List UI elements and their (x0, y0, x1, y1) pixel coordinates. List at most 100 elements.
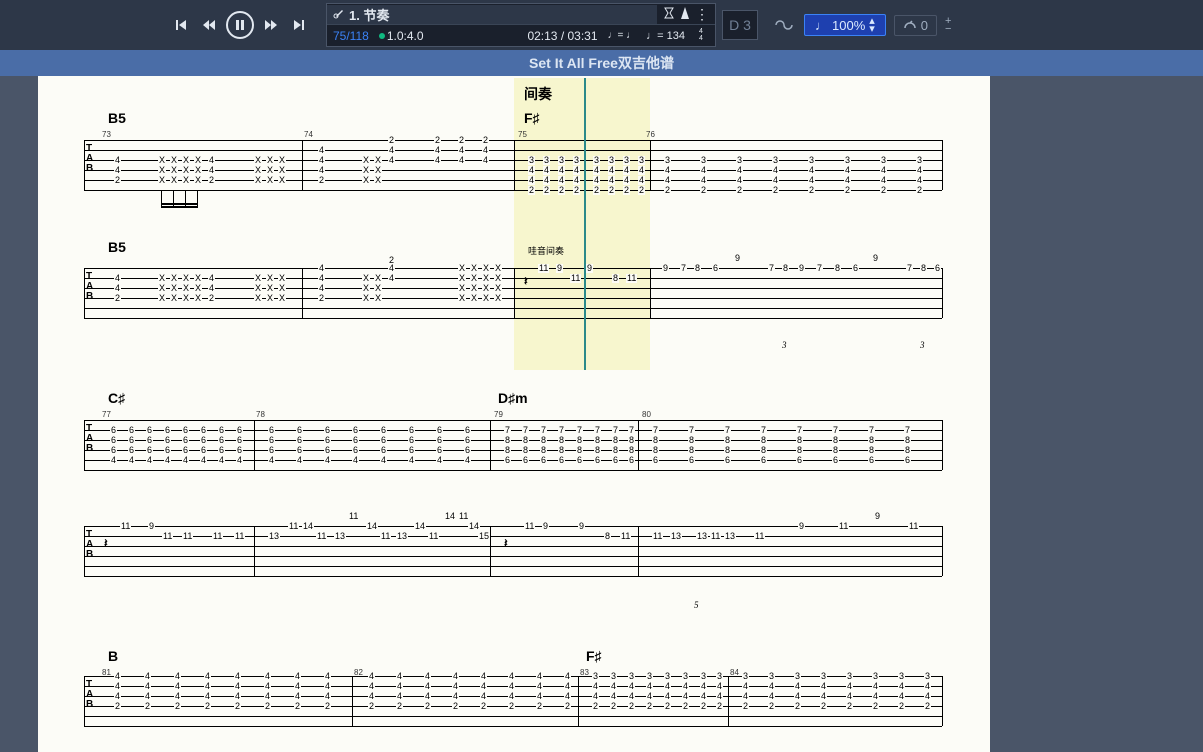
tab-note: 4 (700, 692, 707, 701)
tab-note: 2 (916, 186, 923, 195)
key-display[interactable]: D 3 (722, 10, 758, 40)
tab-note: 4 (808, 166, 815, 175)
zoom-stepper[interactable]: ▴▾ (869, 17, 875, 33)
tab-mute: X (158, 176, 166, 185)
tab-mute: X (278, 176, 286, 185)
countdown-icon[interactable] (663, 6, 675, 23)
play-pause-button[interactable] (226, 11, 254, 39)
tab-note: 4 (558, 166, 565, 175)
tab-note: 8 (612, 436, 619, 445)
tab-mute: X (362, 274, 370, 283)
tab-mute: X (494, 264, 502, 273)
tab-note: 8 (920, 264, 927, 273)
tab-mute: X (374, 156, 382, 165)
tab-note: 2 (174, 702, 181, 711)
bar-position[interactable]: 75/118 (333, 29, 369, 43)
tab-note: 3 (844, 156, 851, 165)
tab-mute: X (182, 166, 190, 175)
tab-note: 8 (628, 446, 635, 455)
tab-note: 3 (638, 156, 645, 165)
tab-note: 11 (838, 522, 849, 531)
tab-note: 4 (128, 456, 135, 465)
tab-note: 4 (528, 176, 535, 185)
time-signature-icon[interactable]: 44 (695, 26, 709, 45)
tab-note: 8 (604, 532, 611, 541)
tempo-tap[interactable]: ♩= ♩ (608, 30, 637, 41)
tab-note: 2 (700, 702, 707, 711)
section-wah: 哇音间奏 (528, 244, 564, 257)
tab-note: 6 (652, 456, 659, 465)
tab-note: 4 (716, 682, 723, 691)
tab-note: 4 (294, 682, 301, 691)
tab-mute: X (374, 274, 382, 283)
tab-note: 6 (688, 456, 695, 465)
skip-start-button[interactable] (170, 14, 192, 36)
tab-note: 4 (452, 672, 459, 681)
tab-note: 4 (208, 166, 215, 175)
tab-note: 4 (114, 692, 121, 701)
tab-note: 2 (528, 186, 535, 195)
staff-line (84, 268, 942, 269)
time-display[interactable]: 02:13 / 03:31 (527, 29, 597, 43)
speed-control[interactable]: 0 (894, 15, 937, 36)
tab-note: 15 (478, 532, 490, 541)
staff-line (84, 566, 942, 567)
tab-mute: X (362, 156, 370, 165)
tab-note: 9 (798, 264, 805, 273)
tab-mute: X (374, 294, 382, 303)
tab-note: 6 (594, 456, 601, 465)
tab-note: 2 (368, 702, 375, 711)
tab-note: 2 (318, 176, 325, 185)
tab-note: 8 (782, 264, 789, 273)
tab-note: 8 (832, 446, 839, 455)
tab-note: 13 (268, 532, 280, 541)
tab-note: 2 (768, 702, 775, 711)
tab-note: 2 (434, 136, 441, 145)
tab-note: 6 (380, 426, 387, 435)
tab-note: 4 (458, 156, 465, 165)
tab-note: 4 (368, 692, 375, 701)
tab-note: 4 (573, 166, 580, 175)
zoom-control[interactable]: ♩ 100% ▴▾ (804, 14, 886, 36)
speed-value: 0 (921, 18, 928, 33)
tab-mute: X (158, 274, 166, 283)
tab-note: 4 (234, 692, 241, 701)
tuplet-3: 3 (782, 340, 787, 350)
speed-stepper[interactable]: +− (945, 17, 951, 33)
tab-note: 4 (480, 682, 487, 691)
tab-note: 11 (380, 532, 391, 541)
tuplet-3: 3 (920, 340, 925, 350)
content-area[interactable]: 间奏 哇音间奏 B5 F♯ B5 C♯ D♯m B F♯ 73 74 75 76… (0, 76, 1203, 752)
chord-Fsharp-2: F♯ (586, 648, 602, 664)
tab-note: 8 (688, 446, 695, 455)
bar-line (84, 676, 85, 726)
tab-note: 6 (522, 456, 529, 465)
tab-note: 8 (760, 436, 767, 445)
skip-end-button[interactable] (288, 14, 310, 36)
rewind-button[interactable] (198, 14, 220, 36)
relative-speed[interactable]: 1.0:4.0 (379, 29, 424, 43)
track-name[interactable]: 1. 节奏 (327, 5, 657, 24)
tab-mute: X (194, 294, 202, 303)
tab-note: 4 (324, 672, 331, 681)
tab-note: 6 (352, 426, 359, 435)
tab-note: 8 (540, 446, 547, 455)
tab-note: 2 (872, 702, 879, 711)
tab-note: 4 (543, 166, 550, 175)
loop-button[interactable] (770, 12, 796, 38)
tab-note: 3 (846, 672, 853, 681)
tab-note: 2 (573, 186, 580, 195)
forward-button[interactable] (260, 14, 282, 36)
tab-note: 6 (236, 436, 243, 445)
more-icon[interactable]: ⋮ (695, 6, 709, 23)
tab-note: 6 (236, 426, 243, 435)
tab-note: 8 (694, 264, 701, 273)
tab-note: 4 (434, 156, 441, 165)
tab-mute: X (194, 166, 202, 175)
tempo-bpm[interactable]: ♩= 134 (646, 30, 685, 42)
metronome-icon[interactable] (679, 6, 691, 23)
tab-note: 9 (578, 522, 585, 531)
tab-note: 4 (114, 166, 121, 175)
tab-note: 6 (464, 426, 471, 435)
tab-note: 4 (564, 692, 571, 701)
